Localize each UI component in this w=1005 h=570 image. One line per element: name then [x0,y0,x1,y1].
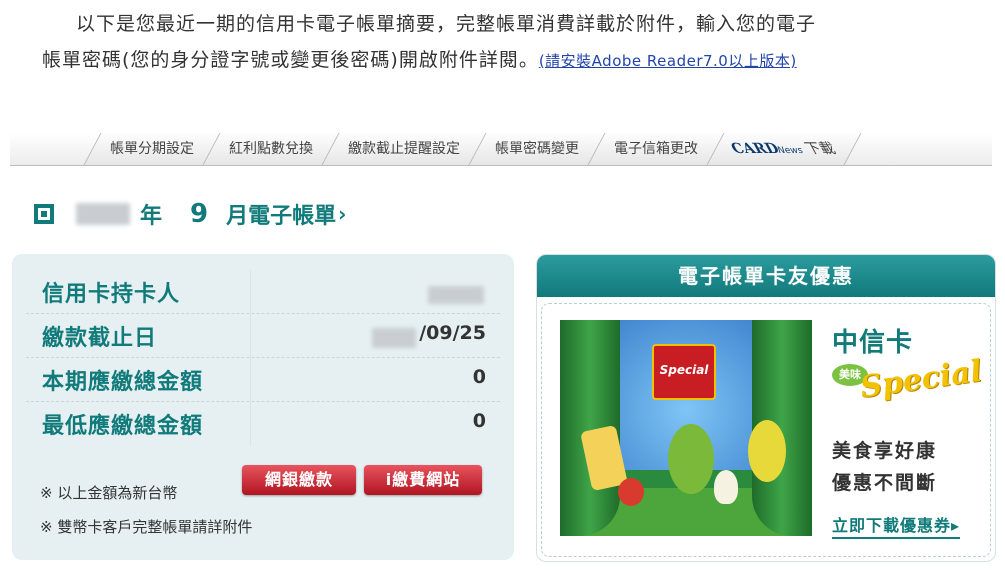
download-coupon-link[interactable]: 立即下載優惠券▸ [832,512,961,539]
garlic-character-icon [714,470,738,504]
column-divider [250,270,251,314]
download-coupon-text: 立即下載優惠券 [832,516,952,535]
summary-row-total-due: 本期應繳總金額 0 [12,358,514,402]
statement-month: 9 [190,199,209,229]
total-due-value: 0 [472,366,486,388]
tab-installment-label: 帳單分期設定 [110,141,194,157]
column-divider [250,358,251,402]
due-date-value: /09/25 [419,322,486,344]
summary-row-due-date: 繳款截止日 /09/25 [12,314,514,358]
tab-bonus-points-label: 紅利點數兌換 [229,141,313,157]
promo-line-1: 美食享好康 [832,440,938,462]
column-divider [250,314,251,358]
tab-cardnews-label: CARDNews下載 [728,133,839,167]
tab-password-change-label: 帳單密碼變更 [495,141,579,157]
triangle-right-icon: ▸ [951,516,961,535]
year-redacted [76,203,130,225]
intro-line-2-text: 帳單密碼(您的身分證字號或變更後密碼)開啟附件詳閱。 [42,49,539,71]
intro-text: 以下是您最近一期的信用卡電子帳單摘要，完整帳單消費詳載於附件，輸入您的電子 帳單… [42,6,992,79]
summary-row-minimum-due: 最低應繳總金額 0 [12,402,514,446]
promo-line-2: 優惠不間斷 [832,472,938,494]
tab-due-reminder[interactable]: 繳款截止提醒設定 [321,133,486,165]
cardholder-name-redacted [428,286,484,304]
column-divider [250,402,251,446]
summary-row-cardholder: 信用卡持卡人 [12,270,514,314]
due-date-label: 繳款截止日 [42,326,158,351]
tab-bar: 帳單分期設定 紅利點數兌換 繳款截止提醒設定 帳單密碼變更 電子信箱更改 CAR… [10,133,992,166]
tab-list: 帳單分期設定 紅利點數兌換 繳款截止提醒設定 帳單密碼變更 電子信箱更改 CAR… [83,133,862,165]
statement-title: 月電子帳單 [226,204,337,229]
tab-bonus-points[interactable]: 紅利點數兌換 [202,133,339,165]
tab-email-change[interactable]: 電子信箱更改 [587,133,724,165]
due-year-redacted [372,328,416,348]
square-bullet-icon [34,204,54,224]
tab-password-change[interactable]: 帳單密碼變更 [468,133,605,165]
minimum-due-label: 最低應繳總金額 [42,414,204,439]
total-due-label: 本期應繳總金額 [42,370,204,395]
tab-cardnews-download[interactable]: CARDNews下載 [706,133,862,167]
adobe-reader-link[interactable]: (請安裝Adobe Reader7.0以上版本) [539,52,797,70]
statement-summary-panel: 信用卡持卡人 繳款截止日 /09/25 本期應繳總金額 0 最低應繳總金額 0 … [12,254,514,560]
cardholder-promo-panel: 電子帳單卡友優惠 Special 中信卡 美味 Special 美食享好康 優惠… [536,254,996,562]
tomato-character-icon [618,478,644,506]
intro-line-1: 以下是您最近一期的信用卡電子帳單摘要，完整帳單消費詳載於附件，輸入您的電子 [76,13,817,35]
tab-email-change-label: 電子信箱更改 [614,141,698,157]
cardholder-label: 信用卡持卡人 [42,282,181,307]
minimum-due-value: 0 [472,410,486,432]
tab-installment[interactable]: 帳單分期設定 [83,133,220,165]
netbank-pay-button[interactable]: 網銀繳款 [242,465,356,495]
intro-line-2: 帳單密碼(您的身分證字號或變更後密碼)開啟附件詳閱。(請安裝Adobe Read… [42,42,992,79]
promo-illustration[interactable]: Special [560,320,812,536]
promo-brand-title: 中信卡 [832,328,914,358]
promo-content[interactable]: Special 中信卡 美味 Special 美食享好康 優惠不間斷 立即下載優… [541,303,991,557]
statement-period-title[interactable]: 年 9 月電子帳單 › [34,196,346,232]
chevron-right-icon: › [338,202,347,226]
tab-due-reminder-label: 繳款截止提醒設定 [348,141,460,157]
lemon-character-icon [748,420,786,482]
special-box-icon: Special [652,344,716,400]
currency-note: ※ 以上金額為新台幣 [40,484,178,502]
year-suffix: 年 [140,204,163,229]
dual-currency-note: ※ 雙幣卡客戶完整帳單請詳附件 [40,518,253,536]
broccoli-character-icon [668,424,714,494]
promo-header: 電子帳單卡友優惠 [537,255,995,297]
ipay-website-button[interactable]: i繳費網站 [364,465,482,495]
special-logo: Special [858,353,985,406]
